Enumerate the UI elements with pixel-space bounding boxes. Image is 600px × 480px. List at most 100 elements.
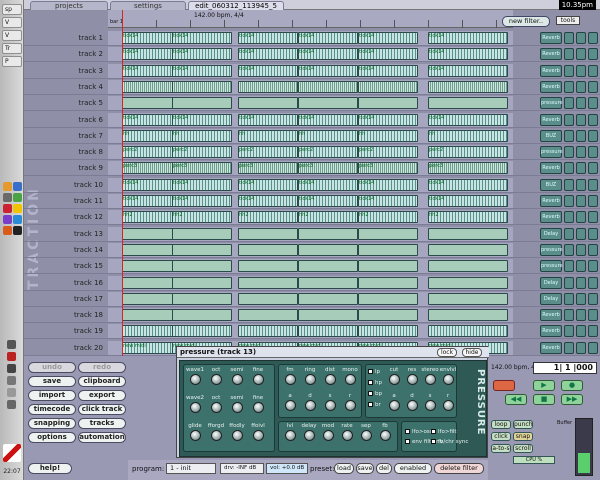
filter-slot[interactable] bbox=[576, 211, 586, 224]
automation-button[interactable]: automation bbox=[78, 432, 126, 443]
clip[interactable] bbox=[238, 292, 298, 305]
clip[interactable] bbox=[298, 292, 358, 305]
filter-slot[interactable] bbox=[588, 32, 598, 44]
filter-slot[interactable] bbox=[564, 243, 574, 256]
lock-button[interactable]: lock bbox=[437, 348, 457, 357]
track-row[interactable]: track 16 Delay bbox=[24, 275, 600, 291]
filter-slot[interactable] bbox=[564, 276, 574, 289]
clip[interactable]: tick14 bbox=[172, 195, 232, 207]
filter-slot[interactable] bbox=[576, 292, 586, 305]
tab-edit[interactable]: edit_060312_113945_5 bbox=[188, 1, 284, 10]
clip[interactable] bbox=[428, 276, 508, 289]
knob-dial[interactable] bbox=[189, 374, 201, 385]
clip[interactable]: hh2 bbox=[238, 211, 298, 224]
filter-type-option[interactable]: br bbox=[368, 402, 381, 408]
redo-button[interactable]: redo bbox=[78, 362, 126, 373]
filter-slot[interactable] bbox=[588, 97, 598, 110]
clip[interactable]: perc2 bbox=[238, 146, 298, 159]
knob-control[interactable]: lvl bbox=[281, 423, 299, 441]
track-lane[interactable]: tick14 tick14 tick14 tick14 tick14 tick14 bbox=[108, 194, 513, 208]
clip[interactable]: hh bbox=[428, 129, 508, 142]
clip[interactable] bbox=[428, 227, 508, 240]
clip[interactable] bbox=[298, 243, 358, 256]
track-row[interactable]: track 15 pressure bbox=[24, 258, 600, 275]
track-lane[interactable]: hh2 hh2 hh2 hh2 hh2 hh2 bbox=[108, 210, 513, 225]
clip[interactable] bbox=[172, 80, 232, 93]
clip[interactable] bbox=[358, 97, 418, 110]
clip[interactable]: hh2 bbox=[428, 211, 508, 224]
track-row[interactable]: track 4 Reverb bbox=[24, 79, 600, 95]
clip[interactable]: tick14 bbox=[172, 113, 232, 126]
clip[interactable] bbox=[238, 325, 298, 338]
knob-control[interactable]: sep bbox=[357, 423, 375, 441]
filter-plugin[interactable]: Reverb bbox=[540, 80, 562, 93]
knob-dial[interactable] bbox=[252, 430, 264, 441]
filter-slot[interactable] bbox=[564, 64, 574, 77]
knob-control[interactable]: s bbox=[321, 393, 339, 411]
knob-control[interactable]: cut bbox=[385, 367, 403, 385]
clip[interactable] bbox=[428, 243, 508, 256]
timeline-ruler[interactable]: 142.00 bpm, 4/4 bar 1 bbox=[108, 10, 513, 28]
knob-dial[interactable] bbox=[210, 402, 222, 413]
filter-slot[interactable] bbox=[588, 129, 598, 142]
filter-plugin[interactable]: Reverb bbox=[540, 32, 562, 44]
clip[interactable] bbox=[428, 325, 508, 338]
undo-button[interactable]: undo bbox=[28, 362, 76, 373]
knob-control[interactable]: ffoivl bbox=[249, 423, 267, 441]
stop-button[interactable]: ■ bbox=[533, 394, 555, 405]
clip[interactable]: hh bbox=[172, 129, 232, 142]
clip[interactable] bbox=[238, 309, 298, 322]
knob-dial[interactable] bbox=[303, 430, 315, 441]
snap-button[interactable]: snap bbox=[513, 432, 533, 441]
track-row[interactable]: track 17 Delay bbox=[24, 291, 600, 307]
knob-control[interactable]: dist bbox=[321, 367, 339, 385]
knob-control[interactable]: rate bbox=[338, 423, 356, 441]
clip[interactable] bbox=[428, 292, 508, 305]
knob-dial[interactable] bbox=[231, 430, 243, 441]
knob-dial[interactable] bbox=[388, 374, 400, 385]
knob-control[interactable]: fine bbox=[249, 395, 267, 413]
save-button[interactable]: save bbox=[28, 376, 76, 387]
track-label[interactable]: track 14 bbox=[52, 242, 107, 258]
clip[interactable] bbox=[172, 276, 232, 289]
filter-plugin[interactable]: BUZ bbox=[540, 129, 562, 142]
track-label[interactable]: track 2 bbox=[52, 46, 107, 62]
clip[interactable]: tick14 bbox=[238, 64, 298, 77]
app-icon[interactable] bbox=[13, 204, 22, 213]
trash-icon[interactable] bbox=[3, 444, 21, 462]
clip[interactable]: tick14 bbox=[298, 32, 358, 44]
knob-dial[interactable] bbox=[252, 374, 264, 385]
track-row[interactable]: track 12 hh2 hh2 hh2 hh2 hh2 hh2 Reverb bbox=[24, 209, 600, 226]
clip[interactable] bbox=[238, 97, 298, 110]
clip[interactable] bbox=[238, 227, 298, 240]
knob-control[interactable]: stereo bbox=[421, 367, 439, 385]
knob-dial[interactable] bbox=[189, 430, 201, 441]
app-icon[interactable] bbox=[3, 204, 12, 213]
track-label[interactable]: track 10 bbox=[52, 177, 107, 193]
filter-plugin[interactable]: Delay bbox=[540, 292, 562, 305]
clip[interactable]: perc2 bbox=[358, 146, 418, 159]
clip[interactable]: perc2 bbox=[428, 146, 508, 159]
track-lane[interactable] bbox=[108, 291, 513, 306]
punch-button[interactable]: punch bbox=[513, 420, 533, 429]
track-lane[interactable] bbox=[108, 242, 513, 257]
filter-plugin[interactable]: Delay bbox=[540, 227, 562, 240]
knob-control[interactable]: d bbox=[403, 393, 421, 411]
track-label[interactable]: track 12 bbox=[52, 209, 107, 225]
click-button[interactable]: click bbox=[491, 432, 511, 441]
dock-item[interactable]: Tr bbox=[2, 43, 22, 54]
filter-plugin[interactable]: Reverb bbox=[540, 113, 562, 126]
filter-plugin[interactable]: Reverb bbox=[540, 325, 562, 338]
knob-dial[interactable] bbox=[252, 402, 264, 413]
track-label[interactable]: track 8 bbox=[52, 144, 107, 160]
filter-plugin[interactable]: Reverb bbox=[540, 341, 562, 354]
export-button[interactable]: export bbox=[78, 390, 126, 401]
knob-control[interactable]: oct bbox=[207, 395, 225, 413]
track-lane[interactable] bbox=[108, 259, 513, 274]
snapping-button[interactable]: snapping bbox=[28, 418, 76, 429]
track-lane[interactable]: tick14 tick14 tick14 tick14 tick14 tick14 bbox=[108, 47, 513, 62]
tab-projects[interactable]: projects bbox=[30, 1, 108, 10]
clip[interactable] bbox=[238, 276, 298, 289]
new-filter-button[interactable]: new filter.. bbox=[502, 16, 550, 27]
clip[interactable] bbox=[298, 260, 358, 273]
